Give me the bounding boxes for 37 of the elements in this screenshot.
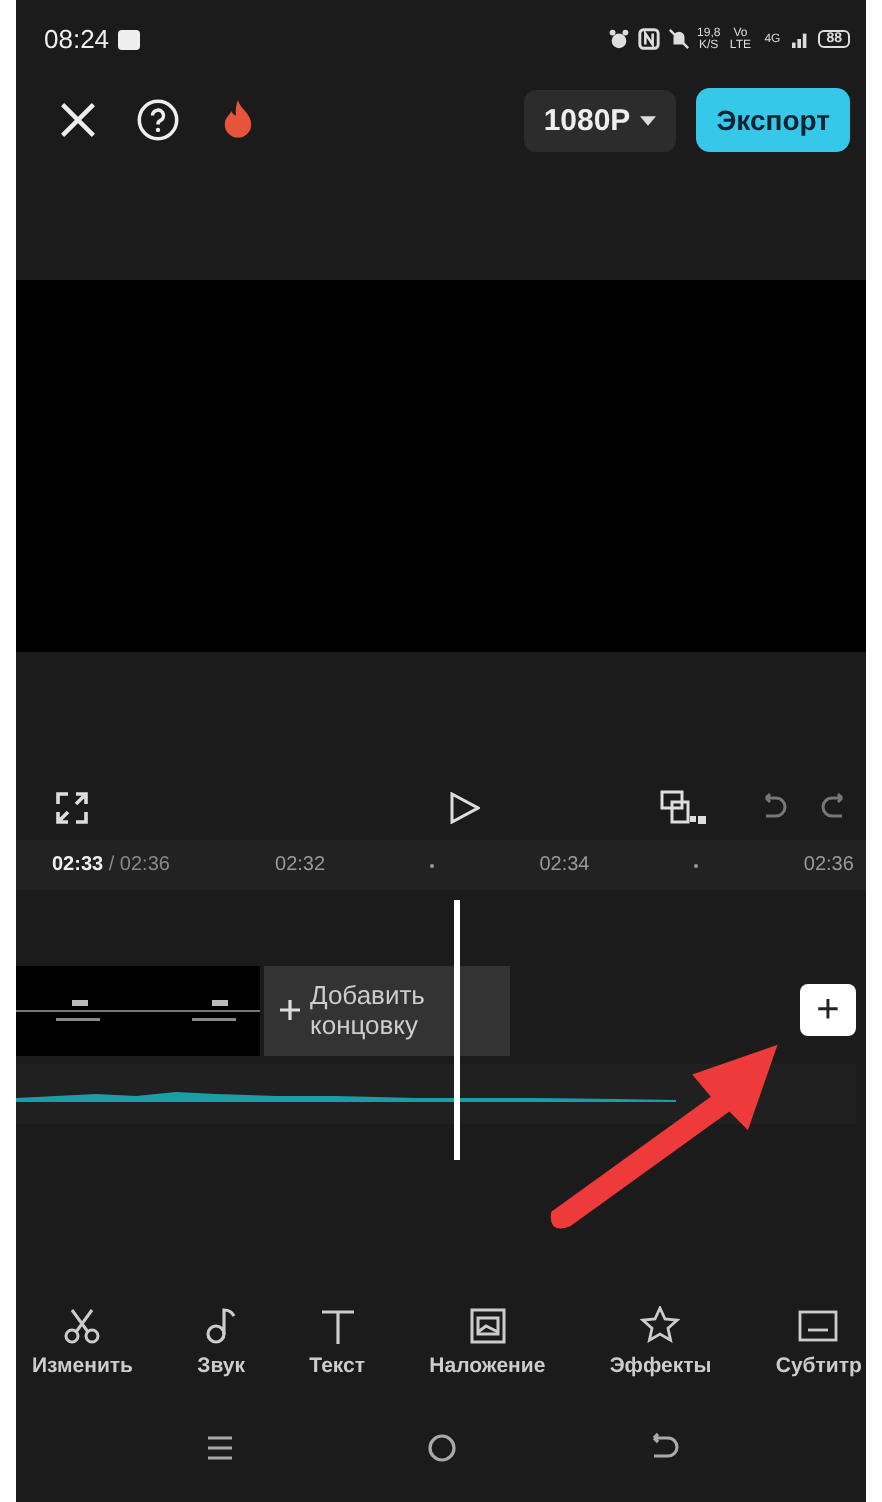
toolbar-item[interactable]: Наложение — [429, 1306, 546, 1409]
plus-icon — [280, 1000, 300, 1021]
subtitles-icon — [798, 1306, 839, 1347]
tick-dot — [694, 863, 699, 868]
close-icon[interactable] — [56, 98, 100, 143]
total-time: / 02:36 — [108, 854, 170, 877]
nfc-icon — [637, 28, 660, 51]
fullscreen-icon[interactable] — [56, 791, 88, 824]
time-tick: 02:34 — [539, 854, 590, 877]
tick-dot — [430, 863, 435, 868]
toolbar-item[interactable]: Эффекты — [609, 1306, 712, 1409]
export-button[interactable]: Экспорт — [696, 88, 850, 153]
scissors-icon — [62, 1306, 103, 1347]
muted-bell-icon — [667, 28, 690, 51]
time-tick: 02:36 — [803, 854, 854, 877]
toolbar-item[interactable]: Текст — [309, 1306, 366, 1409]
play-icon[interactable] — [447, 791, 479, 824]
home-icon[interactable] — [425, 1431, 457, 1464]
toolbar-item[interactable]: Изменить — [32, 1306, 134, 1409]
resolution-dropdown[interactable]: 1080P — [523, 89, 677, 152]
toolbar-item[interactable]: Звук — [197, 1306, 246, 1409]
menu-icon[interactable] — [203, 1431, 235, 1464]
current-time: 02:33 — [52, 854, 104, 877]
help-icon[interactable] — [136, 98, 180, 143]
back-icon[interactable] — [647, 1431, 679, 1464]
add-clip-button[interactable]: + — [800, 983, 856, 1036]
text-icon — [317, 1306, 358, 1347]
toolbar-item[interactable]: Субтитр — [775, 1306, 862, 1409]
caret-icon — [640, 115, 657, 126]
time-tick: 02:32 — [275, 854, 326, 877]
star-icon — [640, 1306, 681, 1347]
add-ending-label: Добавить концовку — [310, 980, 427, 1041]
status-time: 08:24 — [44, 24, 110, 55]
signal-icon — [792, 30, 811, 49]
notification-icon — [117, 29, 140, 50]
overlay-icon — [467, 1306, 508, 1347]
add-ending-tile[interactable]: Добавить концовку — [264, 965, 510, 1056]
